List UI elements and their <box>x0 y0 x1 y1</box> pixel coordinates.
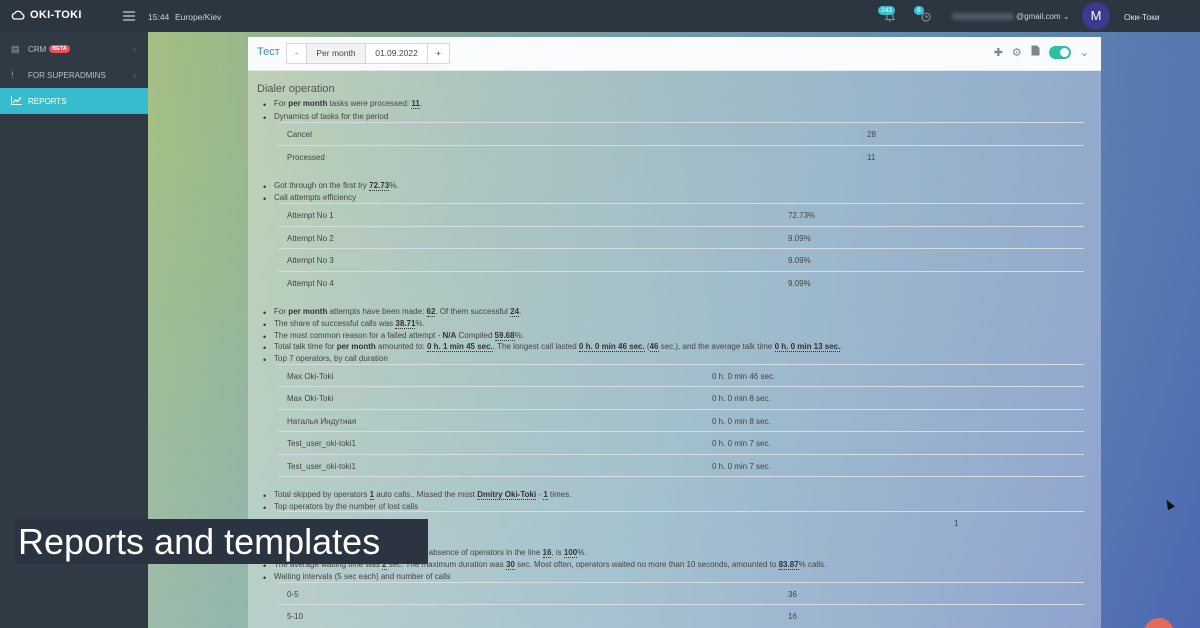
lost-calls-title: Top operators by the number of lost call… <box>263 502 418 513</box>
skipped-line: Total skipped by operators 1 auto calls.… <box>263 490 571 501</box>
notifications-button[interactable]: 243 <box>878 6 896 25</box>
efficiency-title: Call attempts efficiency <box>263 193 356 204</box>
period-select[interactable]: Per month <box>306 43 366 64</box>
table-row: Test_user_oki-toki1 0 h. 0 min 7 sec. <box>278 431 1084 453</box>
sidebar-item-reports[interactable]: REPORTS <box>0 88 148 114</box>
date-field[interactable]: 01.09.2022 <box>365 43 428 64</box>
logo-text: OKI-TOKI <box>30 9 82 21</box>
table-row: Processed 11 <box>278 145 1084 167</box>
reason-line: The most common reason for a failed atte… <box>263 331 524 342</box>
avatar[interactable]: M <box>1082 2 1110 30</box>
sidebar-item-label: CRM <box>28 44 47 54</box>
sidebar-item-superadmins[interactable]: ! FOR SUPERADMINS ‹ <box>0 62 148 88</box>
first-try-line: Got through on the first try 72.73%. <box>263 181 399 192</box>
caption-overlay: Reports and templates <box>15 519 428 564</box>
section-heading: Dialer operation <box>257 83 335 95</box>
table-row: 0-5 36 <box>278 582 1084 604</box>
chevron-down-icon[interactable]: ⌄ <box>1080 46 1089 59</box>
menu-toggle-icon[interactable] <box>123 11 135 21</box>
username: Оки-Токи <box>1124 12 1160 22</box>
chevron-down-icon: ⌄ <box>1062 12 1070 21</box>
table-row: Max Oki-Toki 0 h. 0 min 8 sec. <box>278 386 1084 408</box>
document-icon[interactable] <box>1031 45 1040 59</box>
table-row: 5-10 16 <box>278 604 1084 626</box>
report-body: Dialer operation <box>257 83 1093 99</box>
beta-badge: BETA <box>49 45 70 53</box>
timezone: Europe/Kiev <box>175 12 222 22</box>
sidebar-item-label: FOR SUPERADMINS <box>28 70 106 80</box>
clock: 15:44 <box>148 12 170 22</box>
cloud-icon <box>11 10 25 20</box>
period-next-button[interactable]: + <box>427 43 450 64</box>
table-row: Max Oki-Toki 0 h. 0 min 46 sec. <box>278 364 1084 386</box>
email-redacted <box>952 13 1014 21</box>
line-chart-icon <box>11 95 23 107</box>
table-bottom-border <box>278 476 1084 477</box>
chevron-left-icon: ‹ <box>133 44 136 54</box>
table-row: Attempt No 1 72.73% <box>278 203 1084 225</box>
sidebar-item-crm[interactable]: ▤ CRM BETA ‹ <box>0 36 148 62</box>
panel-header: Тест - Per month 01.09.2022 + ✚ ⚙ ⌄ <box>248 37 1101 71</box>
notifications-badge: 243 <box>878 6 895 15</box>
add-icon[interactable]: ✚ <box>994 46 1003 59</box>
gear-icon[interactable]: ⚙ <box>1012 46 1022 59</box>
share-line: The share of successful calls was 38.71%… <box>263 319 425 330</box>
tasks-processed-line: For per month tasks were processed: 11. <box>263 99 422 110</box>
panel-tools: ✚ ⚙ ⌄ <box>994 45 1089 59</box>
table-row: Attempt No 2 9.09% <box>278 226 1084 248</box>
table-row: Наталья Индутная 0 h. 0 min 8 sec. <box>278 409 1084 431</box>
top7-title: Top 7 operators, by call duration <box>263 354 388 365</box>
top-bar: OKI-TOKI 15:44 Europe/Kiev 243 8 @gmail.… <box>0 0 1200 32</box>
missed-calls-button[interactable]: 8 <box>914 6 932 25</box>
intervals-title: Waiting intervals (5 sec each) and numbe… <box>263 572 451 583</box>
table-icon: ▤ <box>11 43 20 54</box>
missed-calls-badge: 8 <box>914 6 924 15</box>
exclamation-icon: ! <box>11 70 14 80</box>
toggle-switch[interactable] <box>1048 45 1071 59</box>
attempts-line: For per month attempts have been made: 6… <box>263 307 521 318</box>
talk-time-line: Total talk time for per month amounted t… <box>263 342 843 353</box>
absence-line: e absence of operators in the line 16, i… <box>411 548 587 559</box>
table-row: Attempt No 4 9.09% <box>278 271 1084 293</box>
sidebar-item-label: REPORTS <box>28 96 67 106</box>
account-menu[interactable]: @gmail.com ⌄ <box>952 12 1070 21</box>
table-row: Attempt No 3 9.09% <box>278 248 1084 270</box>
dynamics-title: Dynamics of tasks for the period <box>263 112 388 123</box>
chevron-left-icon: ‹ <box>133 70 136 80</box>
period-prev-button[interactable]: - <box>286 43 307 64</box>
panel-title[interactable]: Тест <box>257 46 280 58</box>
logo[interactable]: OKI-TOKI <box>11 9 82 21</box>
table-row: Cancel 28 <box>278 122 1084 144</box>
email-suffix: @gmail.com <box>1016 12 1061 21</box>
table-row: Test_user_oki-toki1 0 h. 0 min 7 sec. <box>278 454 1084 476</box>
